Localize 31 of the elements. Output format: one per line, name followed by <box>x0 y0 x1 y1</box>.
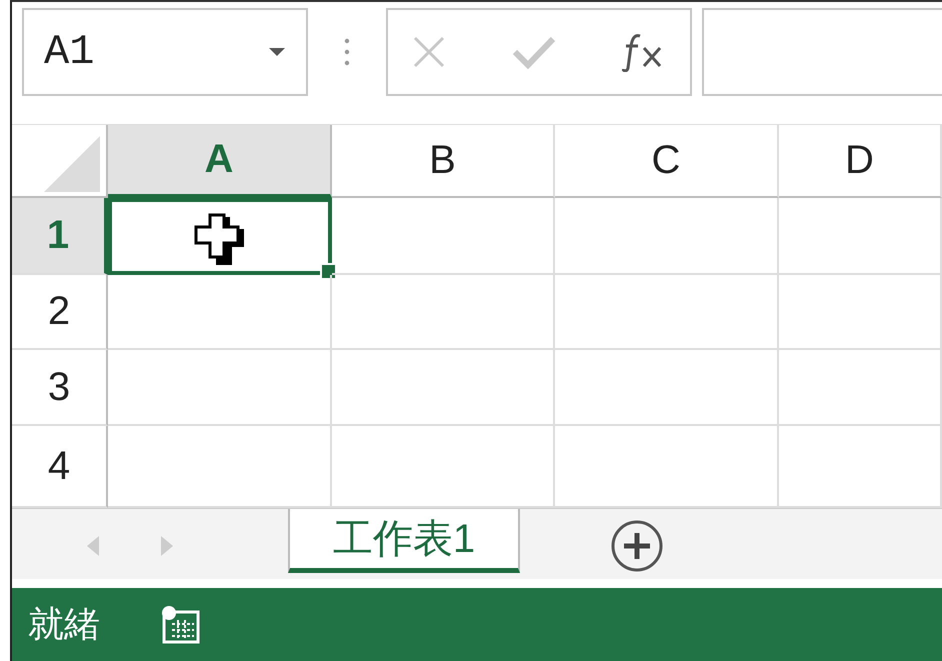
fill-handle[interactable] <box>320 263 337 280</box>
table-cell[interactable] <box>779 350 942 426</box>
table-cell[interactable] <box>332 198 555 275</box>
macro-record-icon[interactable] <box>160 604 202 646</box>
column-header[interactable]: A <box>108 125 332 198</box>
sheet-tab[interactable]: 工作表1 <box>288 509 520 573</box>
table-cell[interactable] <box>779 275 942 350</box>
formula-input-field[interactable] <box>702 8 942 96</box>
table-cell[interactable] <box>332 275 555 350</box>
row-header[interactable]: 1 <box>12 198 108 275</box>
table-cell[interactable] <box>332 350 555 426</box>
grip-icon <box>344 38 350 66</box>
row-header[interactable]: 2 <box>12 275 108 350</box>
column-header[interactable]: C <box>555 125 779 198</box>
name-box[interactable]: A1 <box>22 8 308 96</box>
row-header[interactable]: 3 <box>12 350 108 426</box>
status-text: 就緒 <box>28 602 100 646</box>
scroll-left-icon[interactable] <box>86 535 100 557</box>
dropdown-caret-icon[interactable] <box>268 47 286 57</box>
table-cell[interactable] <box>108 350 332 426</box>
table-cell[interactable] <box>555 350 779 426</box>
add-sheet-icon[interactable] <box>610 519 664 573</box>
column-header[interactable]: B <box>332 125 555 198</box>
select-all-icon[interactable] <box>44 136 100 192</box>
table-cell[interactable] <box>779 198 942 275</box>
scroll-right-icon[interactable] <box>160 535 174 557</box>
table-cell[interactable] <box>555 198 779 275</box>
column-header[interactable]: D <box>779 125 942 198</box>
cross-cursor-icon <box>194 212 246 266</box>
table-cell[interactable] <box>555 275 779 350</box>
table-cell[interactable] <box>108 275 332 350</box>
